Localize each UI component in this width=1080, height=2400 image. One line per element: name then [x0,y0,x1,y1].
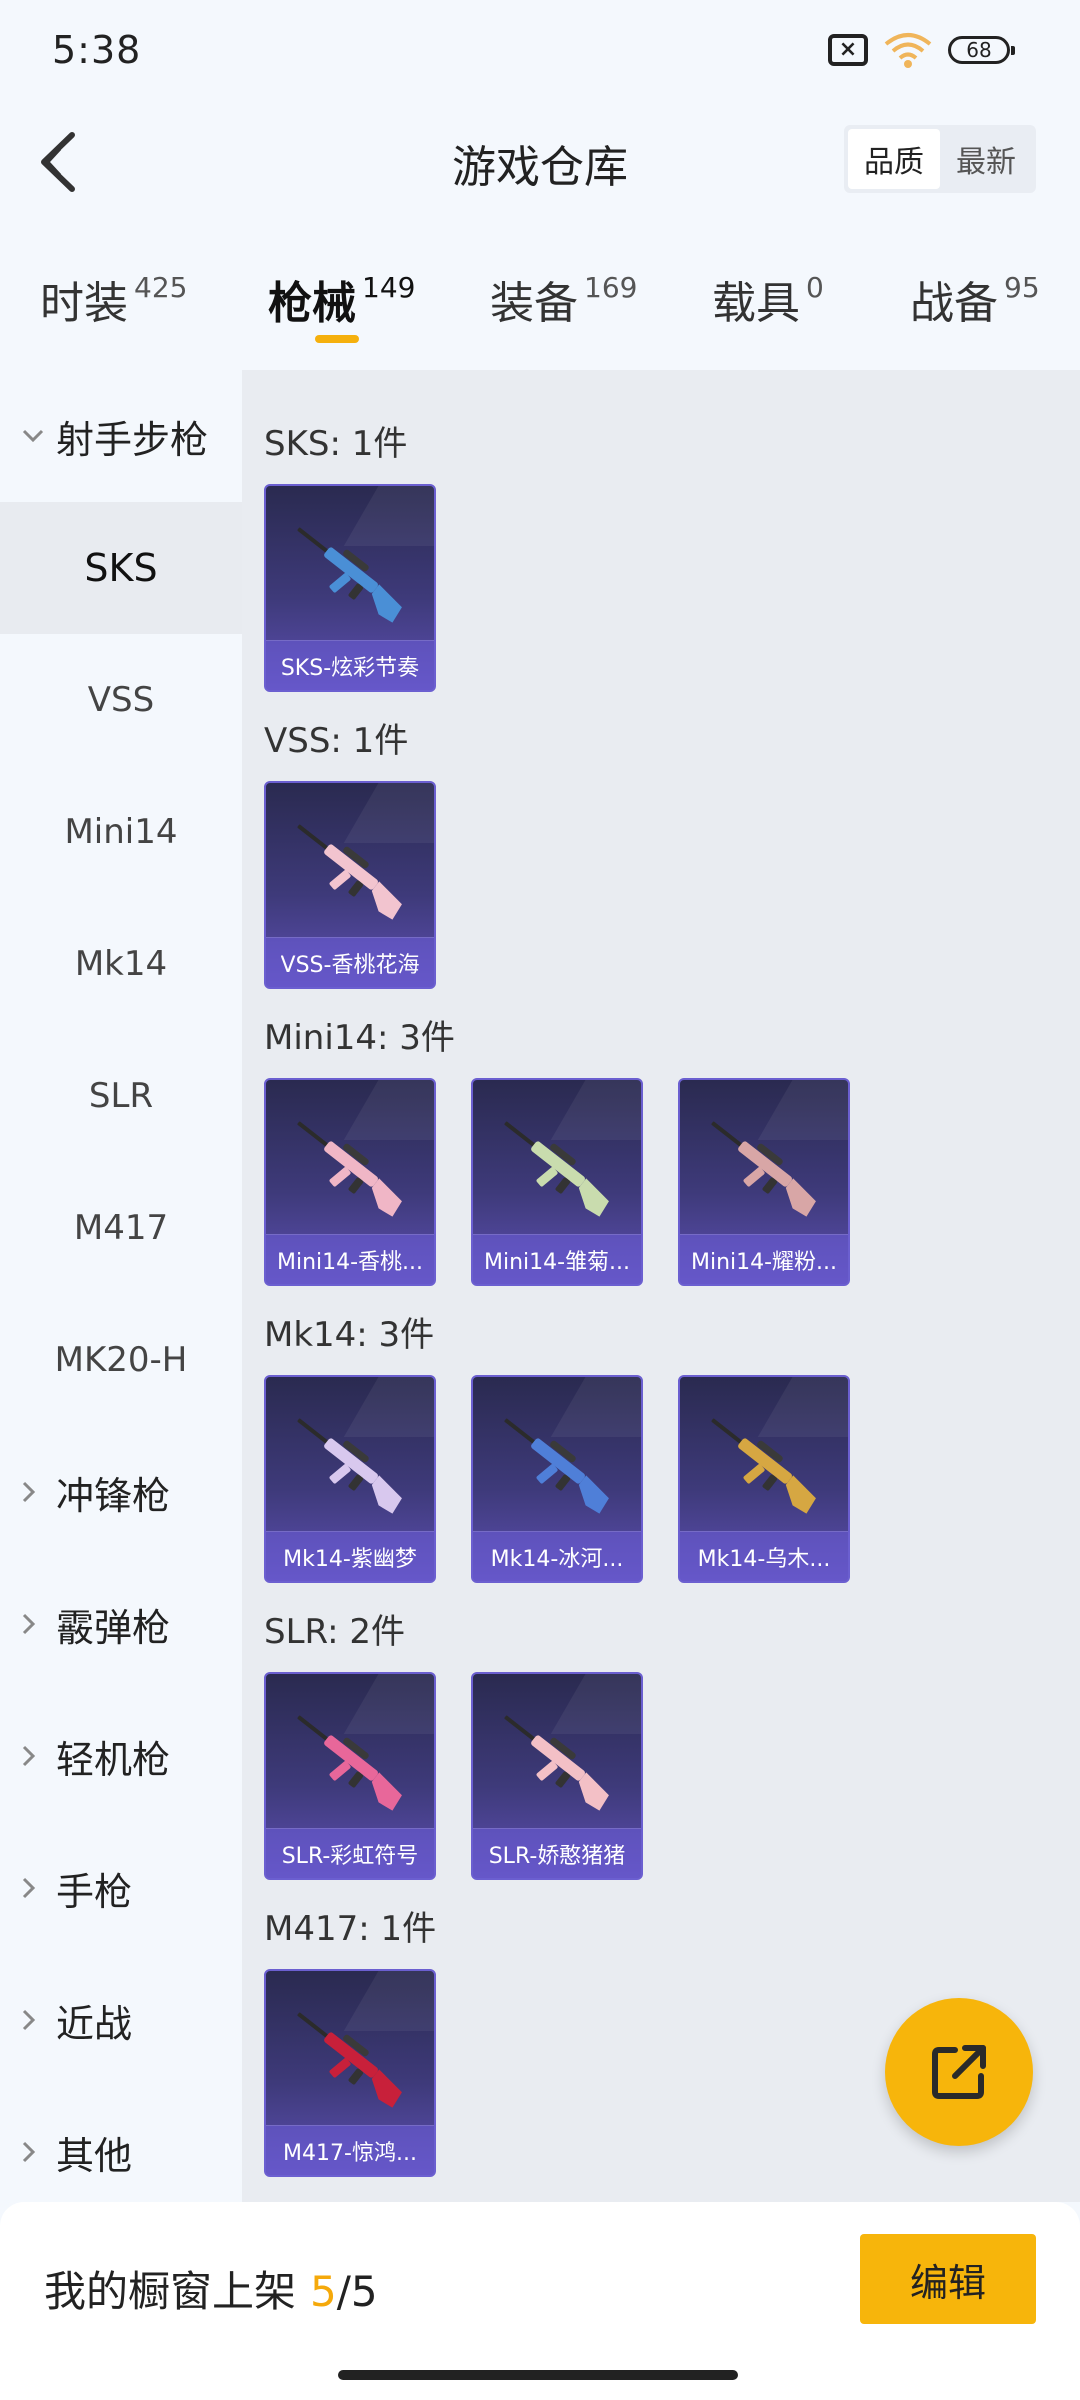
weapon-name: SLR-彩虹符号 [266,1828,434,1878]
chevron-right-icon [22,2141,56,2163]
showcase-current-count: 5 [310,2267,337,2316]
chevron-right-icon [22,1877,56,1899]
category-tabs: 时装 425 枪械 149 装备 169 载具 0 战备 95 [0,245,1080,345]
sidebar-item-sks[interactable]: SKS [0,502,242,634]
sidebar-group-marksman-rifles[interactable]: 射手步枪 [0,370,242,502]
battery-icon: 68 [948,36,1015,64]
weapon-name: Mk14-冰河... [473,1531,641,1581]
sidebar-item-mk14[interactable]: Mk14 [0,898,242,1030]
chevron-right-icon [22,1745,56,1767]
tab-equipment[interactable]: 装备 169 [490,267,637,331]
wifi-icon [882,30,934,70]
tab-count: 0 [806,271,824,304]
edit-button[interactable]: 编辑 [860,2234,1036,2324]
tab-label: 枪械 [268,278,356,329]
weapon-name: SLR-娇憨猪猪 [473,1828,641,1878]
share-button[interactable] [885,1998,1033,2146]
weapon-list: SKS: 1件 SKS-炫彩节奏 VSS: 1件 VSS-香桃花海 Mini14… [242,370,1080,2202]
status-icons: × 68 [828,30,1015,70]
section-title: VSS: 1件 [264,721,409,761]
header: 游戏仓库 品质 最新 [0,105,1080,215]
sidebar-group-label: 轻机枪 [56,1737,171,1782]
sidebar: 射手步枪 SKS VSS Mini14 Mk14 SLR M417 MK20-H… [0,370,242,2202]
tab-count: 149 [362,271,416,304]
showcase-total-count: 5 [350,2267,378,2316]
sidebar-group-label: 手枪 [56,1869,133,1914]
sidebar-group-other[interactable]: 其他 [0,2086,242,2218]
weapon-name: M417-惊鸿... [266,2125,434,2175]
tab-supplies[interactable]: 战备 95 [910,267,1040,331]
weapon-card[interactable]: Mk14-乌木... [678,1375,850,1583]
showcase-separator: / [336,2267,351,2316]
tab-label: 载具 [712,278,800,329]
sidebar-item-mk20h[interactable]: MK20-H [0,1294,242,1426]
sidebar-group-lmg[interactable]: 轻机枪 [0,1690,242,1822]
weapon-card[interactable]: Mini14-香桃... [264,1078,436,1286]
chevron-right-icon [22,1481,56,1503]
sidebar-group-label: 其他 [56,2133,133,2178]
chevron-right-icon [22,1613,56,1635]
no-sim-icon: × [828,34,868,66]
sidebar-group-label: 射手步枪 [56,417,209,462]
tab-count: 425 [134,271,188,304]
sort-newest-button[interactable]: 最新 [940,129,1032,189]
tab-count: 169 [584,271,638,304]
sidebar-group-label: 霰弹枪 [56,1605,171,1650]
showcase-label: 我的橱窗上架 [44,2267,297,2316]
sort-quality-button[interactable]: 品质 [848,129,940,189]
sidebar-group-label: 近战 [56,2001,133,2046]
sort-toggle: 品质 最新 [844,125,1036,193]
active-tab-underline [315,335,359,343]
weapon-card[interactable]: Mk14-冰河... [471,1375,643,1583]
weapon-card[interactable]: M417-惊鸿... [264,1969,436,2177]
share-icon [932,2045,986,2099]
sidebar-item-mini14[interactable]: Mini14 [0,766,242,898]
sidebar-group-label: 冲锋枪 [56,1473,171,1518]
sidebar-group-smg[interactable]: 冲锋枪 [0,1426,242,1558]
section-title: M417: 1件 [264,1909,437,1949]
tab-label: 战备 [910,278,998,329]
weapon-card[interactable]: SLR-娇憨猪猪 [471,1672,643,1880]
section-title: Mk14: 3件 [264,1315,435,1355]
weapon-card[interactable]: Mini14-雏菊... [471,1078,643,1286]
weapon-name: Mk14-乌木... [680,1531,848,1581]
sidebar-item-vss[interactable]: VSS [0,634,242,766]
weapon-name: VSS-香桃花海 [266,937,434,987]
weapon-card[interactable]: Mk14-紫幽梦 [264,1375,436,1583]
bottom-bar: 我的橱窗上架 5 / 5 编辑 [0,2202,1080,2400]
tab-firearms[interactable]: 枪械 149 [268,267,415,331]
weapon-card[interactable]: SLR-彩虹符号 [264,1672,436,1880]
showcase-status: 我的橱窗上架 5 / 5 [44,2258,378,2319]
weapon-name: SKS-炫彩节奏 [266,640,434,690]
tab-label: 装备 [490,278,578,329]
status-bar: 5:38 × 68 [0,0,1080,105]
sidebar-item-slr[interactable]: SLR [0,1030,242,1162]
status-time: 5:38 [52,28,142,72]
weapon-name: Mini14-耀粉... [680,1234,848,1284]
chevron-right-icon [22,2009,56,2031]
weapon-card[interactable]: SKS-炫彩节奏 [264,484,436,692]
chevron-down-icon [22,429,56,443]
section-title: SKS: 1件 [264,424,408,464]
tab-skins[interactable]: 时装 425 [40,267,187,331]
sidebar-group-pistol[interactable]: 手枪 [0,1822,242,1954]
weapon-name: Mk14-紫幽梦 [266,1531,434,1581]
sidebar-group-shotgun[interactable]: 霰弹枪 [0,1558,242,1690]
section-title: SLR: 2件 [264,1612,405,1652]
tab-label: 时装 [40,278,128,329]
weapon-card[interactable]: Mini14-耀粉... [678,1078,850,1286]
sidebar-group-melee[interactable]: 近战 [0,1954,242,2086]
weapon-name: Mini14-香桃... [266,1234,434,1284]
weapon-card[interactable]: VSS-香桃花海 [264,781,436,989]
tab-count: 95 [1004,271,1040,304]
tab-vehicles[interactable]: 载具 0 [712,267,824,331]
weapon-name: Mini14-雏菊... [473,1234,641,1284]
sidebar-item-m417[interactable]: M417 [0,1162,242,1294]
section-title: Mini14: 3件 [264,1018,455,1058]
home-indicator[interactable] [338,2370,738,2380]
